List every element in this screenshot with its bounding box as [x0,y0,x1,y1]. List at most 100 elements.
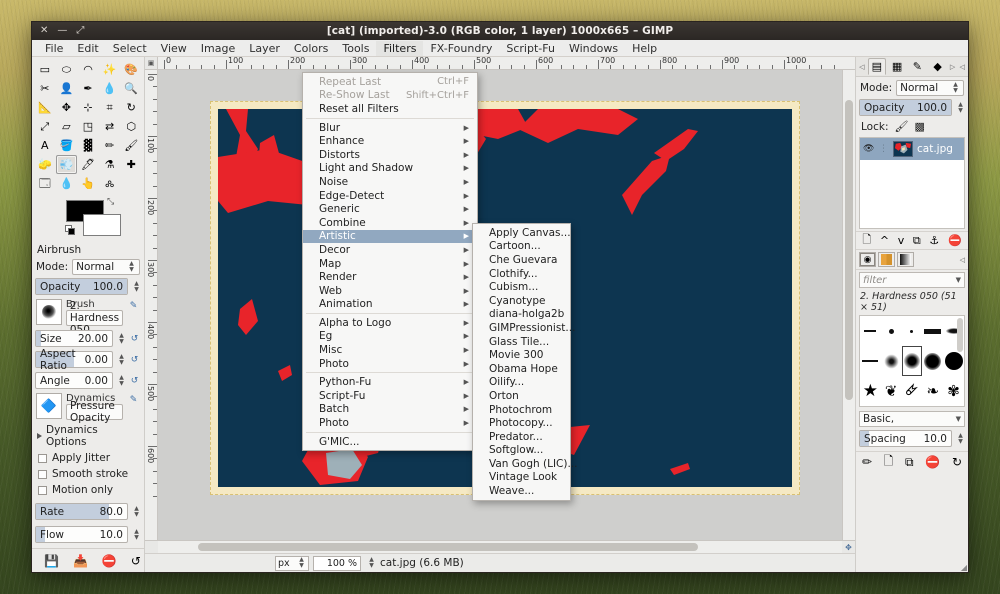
chevron-down-icon[interactable]: ▼ [956,276,961,284]
smudge-tool[interactable]: 👆 [77,174,99,193]
artistic-menu-item-gimpressionist[interactable]: GIMPressionist... [473,321,575,335]
artistic-menu-item-diana-holga2b[interactable]: diana-holga2b [473,308,570,322]
perspective-clone-tool[interactable]: 🗔 [34,174,56,193]
maximize-icon[interactable]: ⤢ [76,26,84,36]
tabstrip-right-arrow-icon[interactable]: ▷ [949,63,957,71]
brush-cell[interactable]: ★ [860,376,881,406]
motion-only-checkbox[interactable] [38,485,47,495]
menu-image[interactable]: Image [194,41,242,56]
artistic-menu-item-cubism[interactable]: Cubism... [473,280,570,294]
artistic-submenu-popup[interactable]: Apply Canvas... Cartoon... Che Guevara Clot… [472,223,578,501]
quickmask-toggle[interactable] [145,540,158,553]
motion-only-row[interactable]: Motion only [32,482,144,498]
artistic-menu-item-apply-canvas[interactable]: Apply Canvas... [473,226,571,240]
brush-cell[interactable]: 🜸 [902,376,923,406]
brush-cell[interactable] [881,346,902,376]
window-resize-grip[interactable]: ◢ [961,563,967,572]
brush-filter-input[interactable]: filter ▼ [859,272,965,288]
brush-cell[interactable]: ❦ [881,376,902,406]
horizontal-scrollbar[interactable] [158,540,842,553]
heal-tool[interactable]: ✚ [120,155,142,174]
reset-angle-icon[interactable]: ↺ [128,374,141,387]
restore-tool-options-icon[interactable]: 📥 [73,554,88,568]
scale-tool[interactable]: ⤢ [34,117,56,136]
close-icon[interactable]: ✕ [40,26,48,36]
brush-cell[interactable]: ✾ [943,376,964,406]
brush-cell[interactable] [881,316,902,346]
menu-script-fu[interactable]: Script-Fu [499,41,562,56]
artistic-menu-item-che-guevara[interactable]: Che Guevara [473,253,570,267]
ink-tool[interactable]: 🖊 [77,155,99,174]
edit-brush-icon[interactable]: ✎ [127,299,140,312]
tab-undo-history[interactable]: ◆ [928,58,946,75]
dynamics-select[interactable]: Pressure Opacity [66,400,123,424]
smooth-stroke-checkbox[interactable] [38,469,47,479]
crop-tool[interactable]: ⌗ [99,98,121,117]
reset-aspect-icon[interactable]: ↺ [128,353,141,366]
save-tool-options-icon[interactable]: 💾 [44,554,59,568]
angle-slider[interactable]: Angle 0.00 [35,372,113,389]
measure-tool[interactable]: 📐 [34,98,56,117]
brush-cell[interactable] [902,316,923,346]
menu-view[interactable]: View [154,41,194,56]
tab-paths[interactable]: ✎ [908,58,926,75]
spacing-slider[interactable]: Spacing 10.0 [859,430,952,447]
brush-list-select[interactable]: Basic, ▼ [859,411,965,427]
opacity-slider[interactable]: Opacity 100.0 [35,278,128,295]
refresh-brushes-icon[interactable]: ↻ [952,455,962,469]
lower-layer-icon[interactable]: v [898,234,905,247]
tab-gradients[interactable] [897,252,914,267]
mode-select[interactable]: Normal ▲ ▼ [72,259,140,275]
rate-spinner-icon[interactable]: ▲ ▼ [132,505,141,518]
menu-layer[interactable]: Layer [242,41,287,56]
dock-menu-icon[interactable]: ◁ [958,63,966,71]
eraser-tool[interactable]: 🧽 [34,155,56,174]
ruler-origin-button[interactable]: ▣ [145,57,158,70]
filters-menu-item-map[interactable]: Map ▶ [303,257,477,271]
brush-cell[interactable] [860,316,881,346]
artistic-menu-item-glass-tile[interactable]: Glass Tile... [473,335,570,349]
menu-edit[interactable]: Edit [70,41,105,56]
tabstrip-left-arrow-icon[interactable]: ◁ [858,63,866,71]
brush-preview[interactable] [36,299,62,325]
menu-select[interactable]: Select [106,41,154,56]
artistic-menu-item-cartoon[interactable]: Cartoon... [473,240,570,254]
artistic-menu-item-vintage-look[interactable]: Vintage Look [473,471,570,485]
duplicate-layer-icon[interactable]: ⧉ [913,234,921,248]
lock-pixels-icon[interactable]: 🖌 [894,120,908,133]
color-swatch-area[interactable]: ⤡ [32,197,144,239]
duplicate-brush-icon[interactable]: ⧉ [905,455,914,470]
layer-link-icon[interactable]: ⋮ [878,144,889,154]
artistic-menu-item-weave[interactable]: Weave... [473,484,570,498]
layers-dock-tabstrip[interactable]: ◁ ▤ ▦ ✎ ◆ ▷ ◁ [856,57,968,77]
perspective-tool[interactable]: ◳ [77,117,99,136]
artistic-menu-item-predator[interactable]: Predator... [473,430,570,444]
filters-menu-item-reset-all-filters[interactable]: Reset all Filters [303,102,477,116]
tool-grid[interactable]: ▭ ⬭ ◠ ✨ 🎨 ✂ 👤 ✒ 💧 🔍 📐 ✥ ⊹ ⌗ ↻ ⤢ ▱ ◳ ⇄ ⬡ A 🪣 ▓ ✏ 🖌 🧽 💨 🖊 ⚗ ✚ 🗔 💧 👆 🝆 [32,57,144,193]
new-brush-icon[interactable]: 🗋 [884,452,894,473]
filters-menu-item-generic[interactable]: Generic ▶ [303,202,477,216]
brush-cell[interactable] [860,346,881,376]
zoom-select[interactable]: 100 % [313,555,361,571]
flow-slider[interactable]: Flow 10.0 [35,526,128,543]
artistic-menu-item-photochrom[interactable]: Photochrom [473,403,570,417]
raise-layer-icon[interactable]: ^ [880,234,889,247]
artistic-menu-item-van-gogh-lic[interactable]: Van Gogh (LIC)... [473,457,578,471]
brush-grid[interactable]: ★ ❦ 🜸 ❧ ✾ [859,315,965,407]
layer-opacity-slider[interactable]: Opacity 100.0 [859,99,952,116]
bucket-fill-tool[interactable]: 🪣 [56,136,78,155]
artistic-menu-item-photocopy[interactable]: Photocopy... [473,416,570,430]
vertical-ruler[interactable]: 0 100 200 300 400 500 600 [145,70,158,540]
rate-slider[interactable]: Rate 80.0 [35,503,128,520]
mode-spinner-icon[interactable]: ▲ ▼ [127,261,136,273]
scissors-select-tool[interactable]: ✂ [34,79,56,98]
brush-grid-scrollbar[interactable] [957,318,963,352]
menu-file[interactable]: File [38,41,70,56]
delete-brush-icon[interactable]: ⛔ [925,455,940,469]
artistic-menu-item-movie-300[interactable]: Movie 300 [473,348,570,362]
menu-fx-foundry[interactable]: FX-Foundry [423,41,499,56]
reset-tool-options-icon[interactable]: ↺ [131,554,141,568]
filters-menu-item-script-fu[interactable]: Script-Fu ▶ [303,389,477,403]
foreground-select-tool[interactable]: 👤 [56,79,78,98]
layer-mode-spinner-icon[interactable]: ▲ ▼ [951,82,960,94]
